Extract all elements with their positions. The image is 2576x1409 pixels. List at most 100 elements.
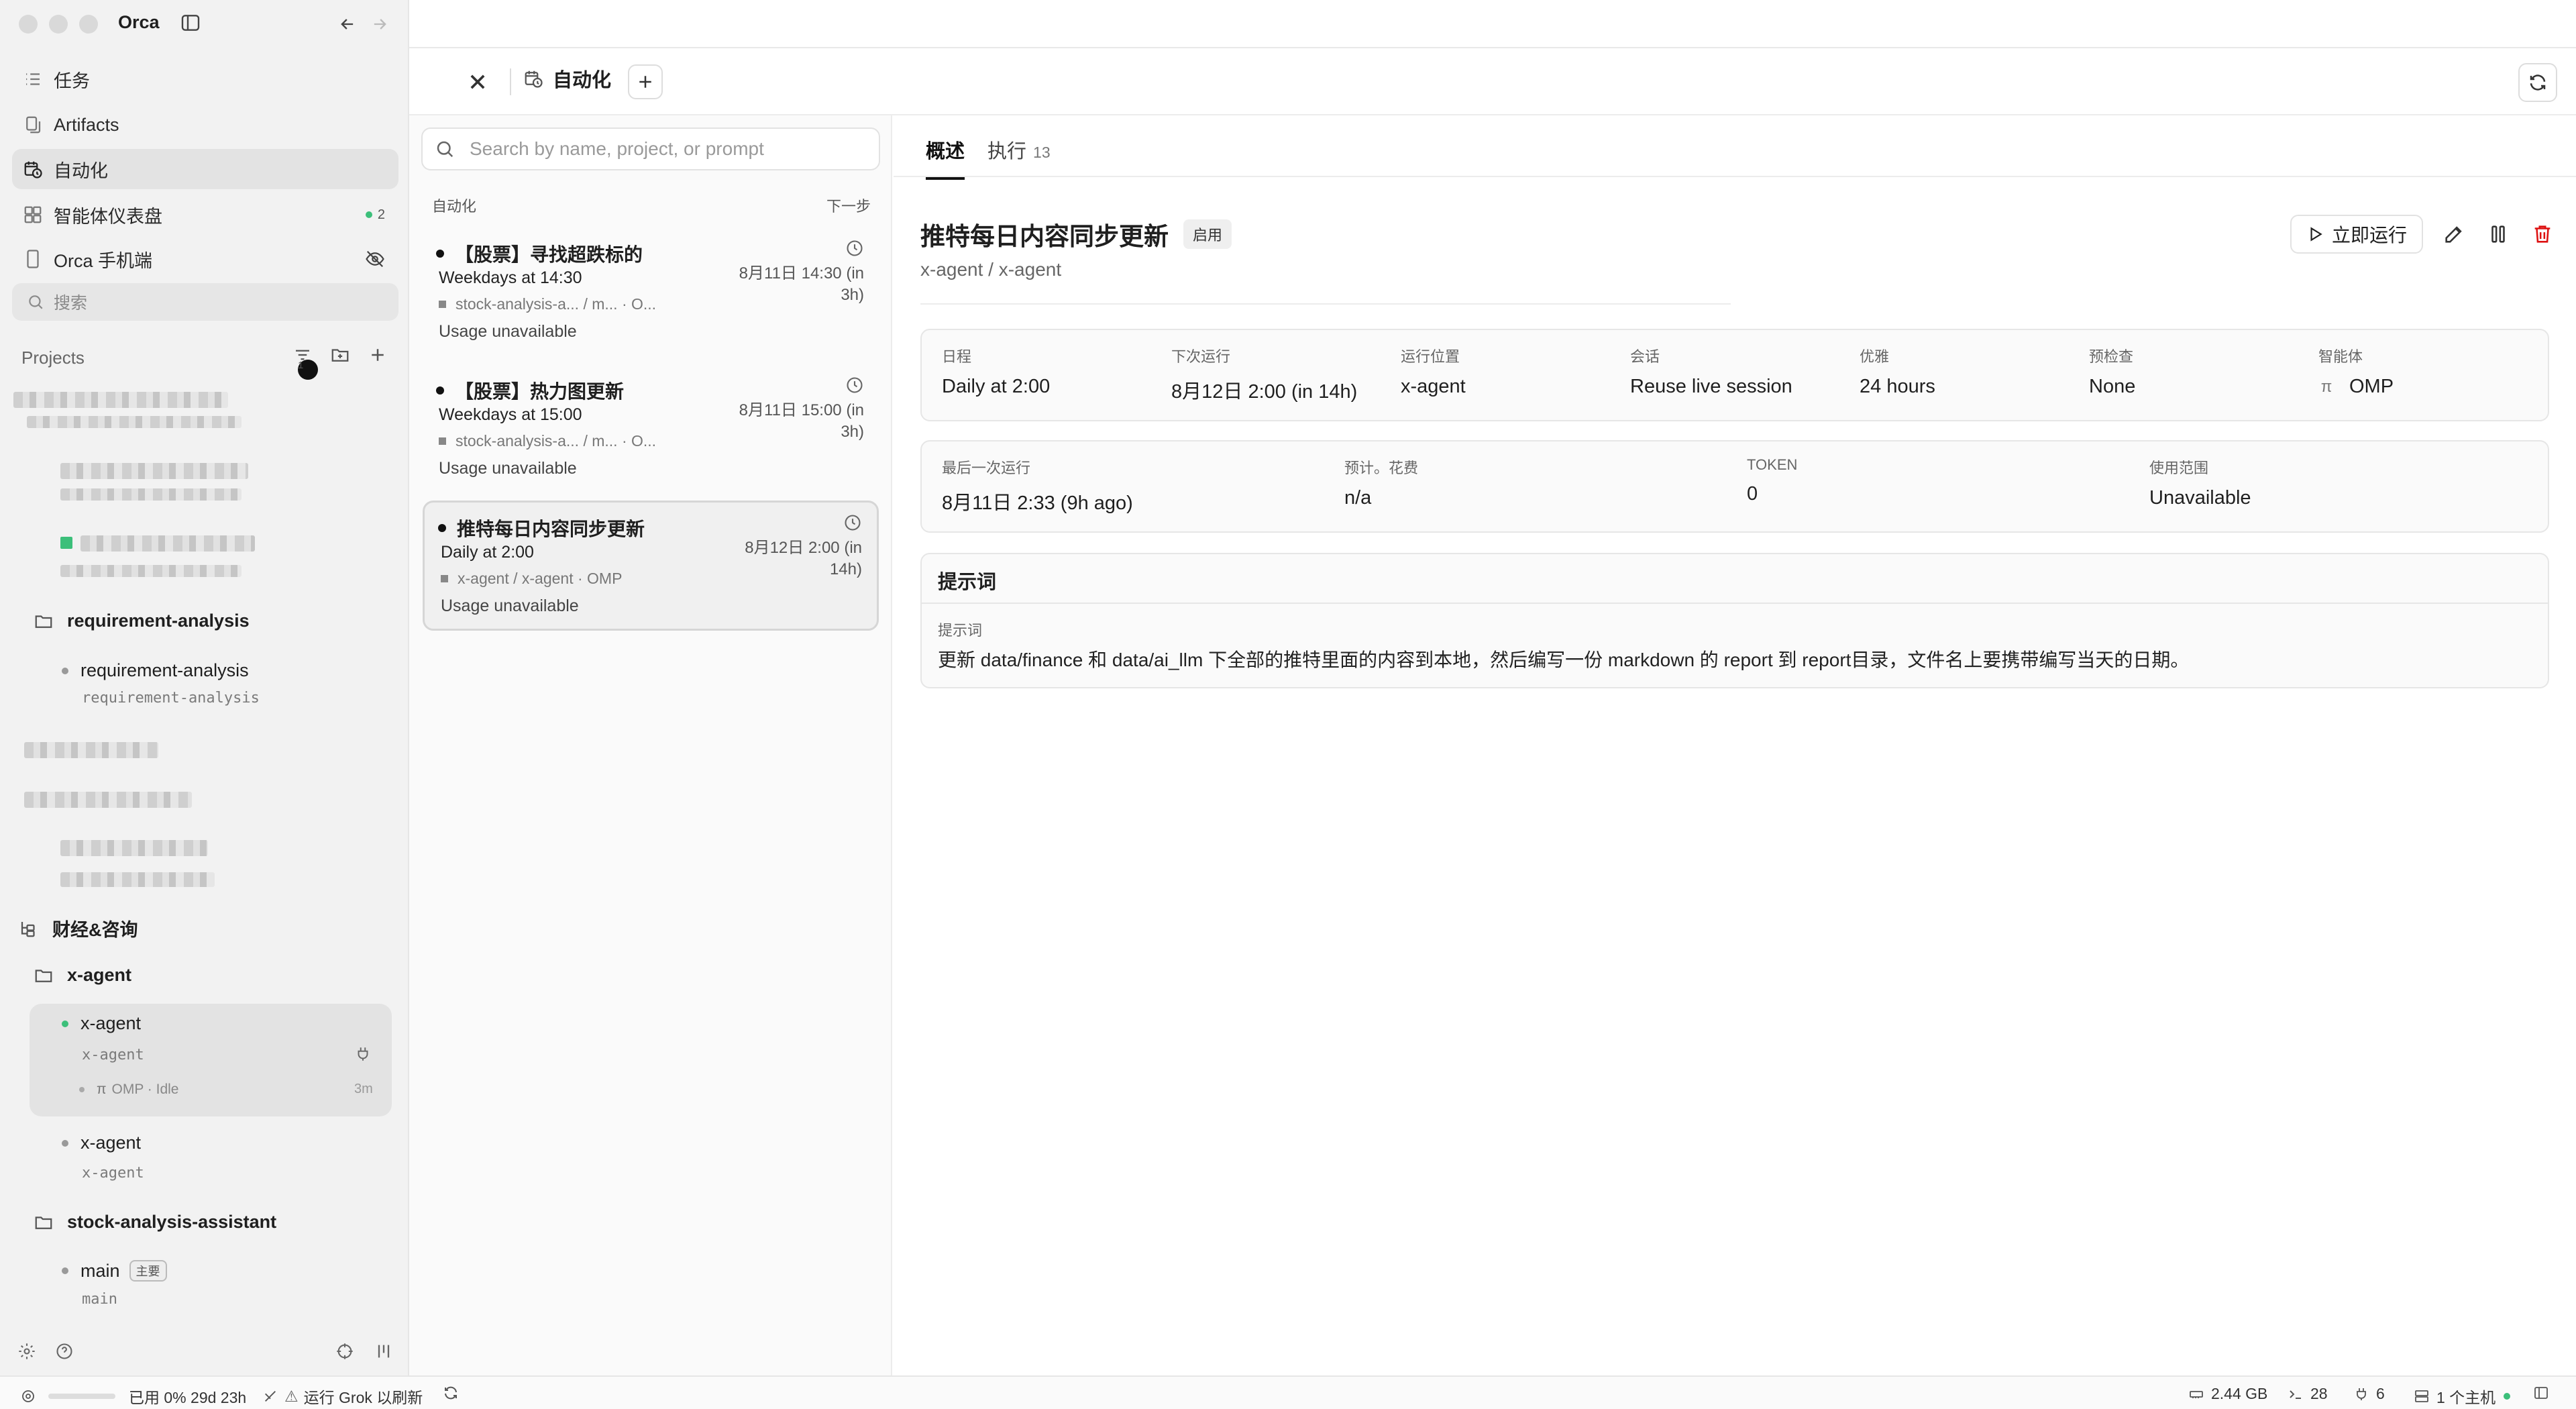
worktree-item[interactable]: main 主要 — [62, 1260, 167, 1282]
worktree-item[interactable]: x-agent — [62, 1133, 141, 1153]
nav-label: Artifacts — [54, 114, 119, 135]
stat-token: TOKEN 0 — [1747, 456, 1797, 505]
project-folder[interactable]: x-agent — [34, 965, 131, 986]
minimize-window-button[interactable] — [49, 15, 68, 34]
tab-automation[interactable]: 自动化 — [523, 64, 611, 93]
filter-icon[interactable]: 1 — [292, 345, 318, 380]
stat-label: 日程 — [942, 348, 972, 365]
automation-usage: Usage unavailable — [441, 596, 579, 615]
tab-overview[interactable]: 概述 — [926, 136, 965, 180]
trash-icon[interactable] — [2529, 221, 2556, 248]
terminal-count[interactable]: 28 — [2288, 1385, 2328, 1403]
usage-indicator[interactable]: 已用 0% 29d 23h — [20, 1385, 246, 1408]
agent-session[interactable]: π OMP · Idle — [79, 1082, 178, 1098]
settings-icon[interactable] — [17, 1342, 36, 1361]
warning-icon: ⚠ — [284, 1387, 299, 1405]
omp-icon: π — [97, 1082, 107, 1097]
sidebar-search-placeholder: 搜索 — [54, 294, 88, 313]
forward-arrow-icon[interactable] — [370, 15, 389, 34]
calendar-clock-icon — [523, 68, 543, 89]
stat-location: 运行位置 x-agent — [1401, 345, 1466, 398]
sidebar-search[interactable]: 搜索 — [12, 283, 398, 321]
close-window-button[interactable] — [19, 15, 38, 34]
sync-icon[interactable] — [443, 1385, 466, 1401]
port-count[interactable]: 6 — [2353, 1385, 2385, 1403]
automation-detail: 概述 执行 13 推特每日内容同步更新 启用 x-agent / x-agent … — [894, 115, 2576, 1375]
back-arrow-icon[interactable] — [338, 15, 357, 34]
automation-search-input[interactable]: Search by name, project, or prompt — [421, 127, 880, 170]
stat-value: 8月11日 2:33 (9h ago) — [942, 492, 1133, 514]
host-count[interactable]: 1 个主机 — [2414, 1385, 2511, 1408]
status-badge: 启用 — [1183, 219, 1232, 249]
usage-text: 已用 0% 29d 23h — [129, 1389, 247, 1406]
stat-label: 预检查 — [2089, 348, 2134, 365]
nav-orca-mobile[interactable]: Orca 手机端 — [12, 239, 398, 279]
port-text: 6 — [2376, 1385, 2385, 1402]
refresh-button[interactable] — [2518, 63, 2557, 102]
automation-schedule: Weekdays at 15:00 — [439, 405, 582, 424]
target-icon[interactable] — [335, 1342, 354, 1361]
add-project-icon[interactable] — [368, 345, 388, 365]
toggle-sidebar-icon[interactable] — [180, 12, 201, 34]
nav-label: 任务 — [54, 70, 90, 91]
new-folder-icon[interactable] — [330, 345, 350, 365]
stat-label: 会话 — [1630, 348, 1660, 365]
play-icon — [2306, 225, 2324, 243]
stat-value: 8月12日 2:00 (in 14h) — [1171, 381, 1358, 403]
automation-item[interactable]: 【股票】寻找超跌标的 Weekdays at 14:30 stock-analy… — [423, 228, 879, 358]
nav-label: 智能体仪表盘 — [54, 206, 162, 227]
layout-icon[interactable] — [2533, 1385, 2556, 1401]
worktree-item[interactable]: requirement-analysis — [62, 660, 249, 681]
search-icon — [27, 293, 44, 311]
automation-title: 【股票】寻找超跌标的 — [455, 244, 643, 265]
close-icon[interactable] — [463, 67, 492, 97]
session-label: OMP · Idle — [111, 1082, 179, 1097]
nav-artifacts[interactable]: Artifacts — [12, 105, 398, 145]
nav-agent-dashboard[interactable]: 智能体仪表盘 2 — [12, 195, 398, 235]
project-folder[interactable]: stock-analysis-assistant — [34, 1212, 276, 1233]
project-group[interactable]: 财经&咨询 — [19, 915, 138, 941]
grok-refresh[interactable]: ⚠ 运行 Grok 以刷新 — [263, 1385, 423, 1408]
panel-icon — [2533, 1385, 2549, 1401]
tab-bar: 自动化 — [409, 48, 2576, 115]
tab-label: 自动化 — [553, 70, 612, 91]
eye-off-icon[interactable] — [365, 249, 385, 269]
stat-cost: 预计。花费 n/a — [1344, 456, 1418, 509]
nav-automation[interactable]: 自动化 — [12, 149, 398, 189]
stat-label: 下次运行 — [1171, 348, 1231, 365]
nav-label: 自动化 — [54, 160, 108, 181]
redacted-worktree — [60, 565, 241, 577]
zoom-window-button[interactable] — [79, 15, 98, 34]
memory-usage[interactable]: 2.44 GB — [2188, 1385, 2267, 1403]
phone-icon — [23, 249, 43, 269]
worktree-title: x-agent — [80, 1133, 142, 1153]
help-icon[interactable] — [55, 1342, 74, 1361]
add-tab-button[interactable] — [628, 64, 663, 99]
automation-meta: stock-analysis-a... / m... · O... — [455, 295, 657, 313]
calendar-clock-icon — [23, 159, 43, 179]
edit-icon[interactable] — [2440, 221, 2467, 248]
collapse-panel-icon[interactable] — [374, 1342, 393, 1361]
automation-item-selected[interactable]: 推特每日内容同步更新 Daily at 2:00 x-agent / x-age… — [423, 501, 879, 631]
worktree-item[interactable]: x-agent — [62, 1013, 141, 1034]
divider — [922, 603, 2548, 604]
nav-tasks[interactable]: 任务 — [12, 59, 398, 99]
worktree-title: x-agent — [80, 1013, 142, 1033]
tab-runs[interactable]: 执行 13 — [987, 136, 1051, 180]
pause-icon[interactable] — [2485, 221, 2512, 248]
automation-title: 推特每日内容同步更新 — [457, 519, 645, 539]
status-dot — [62, 1020, 68, 1027]
filter-count-badge: 1 — [298, 360, 318, 380]
stat-next-run: 下次运行 8月12日 2:00 (in 14h) — [1171, 345, 1357, 404]
run-now-button[interactable]: 立即运行 — [2290, 215, 2423, 254]
project-folder[interactable]: requirement-analysis — [34, 611, 250, 631]
automation-title-row: 推特每日内容同步更新 启用 — [920, 216, 1232, 252]
title-bar — [409, 0, 2576, 48]
session-time: 3m — [354, 1082, 373, 1096]
stat-value: Reuse live session — [1630, 376, 1792, 397]
automation-item[interactable]: 【股票】热力图更新 Weekdays at 15:00 stock-analys… — [423, 365, 879, 495]
project-square-icon — [439, 437, 446, 445]
plug-icon[interactable] — [354, 1045, 372, 1063]
automation-meta: stock-analysis-a... / m... · O... — [455, 432, 657, 450]
stat-label: 最后一次运行 — [942, 460, 1031, 476]
